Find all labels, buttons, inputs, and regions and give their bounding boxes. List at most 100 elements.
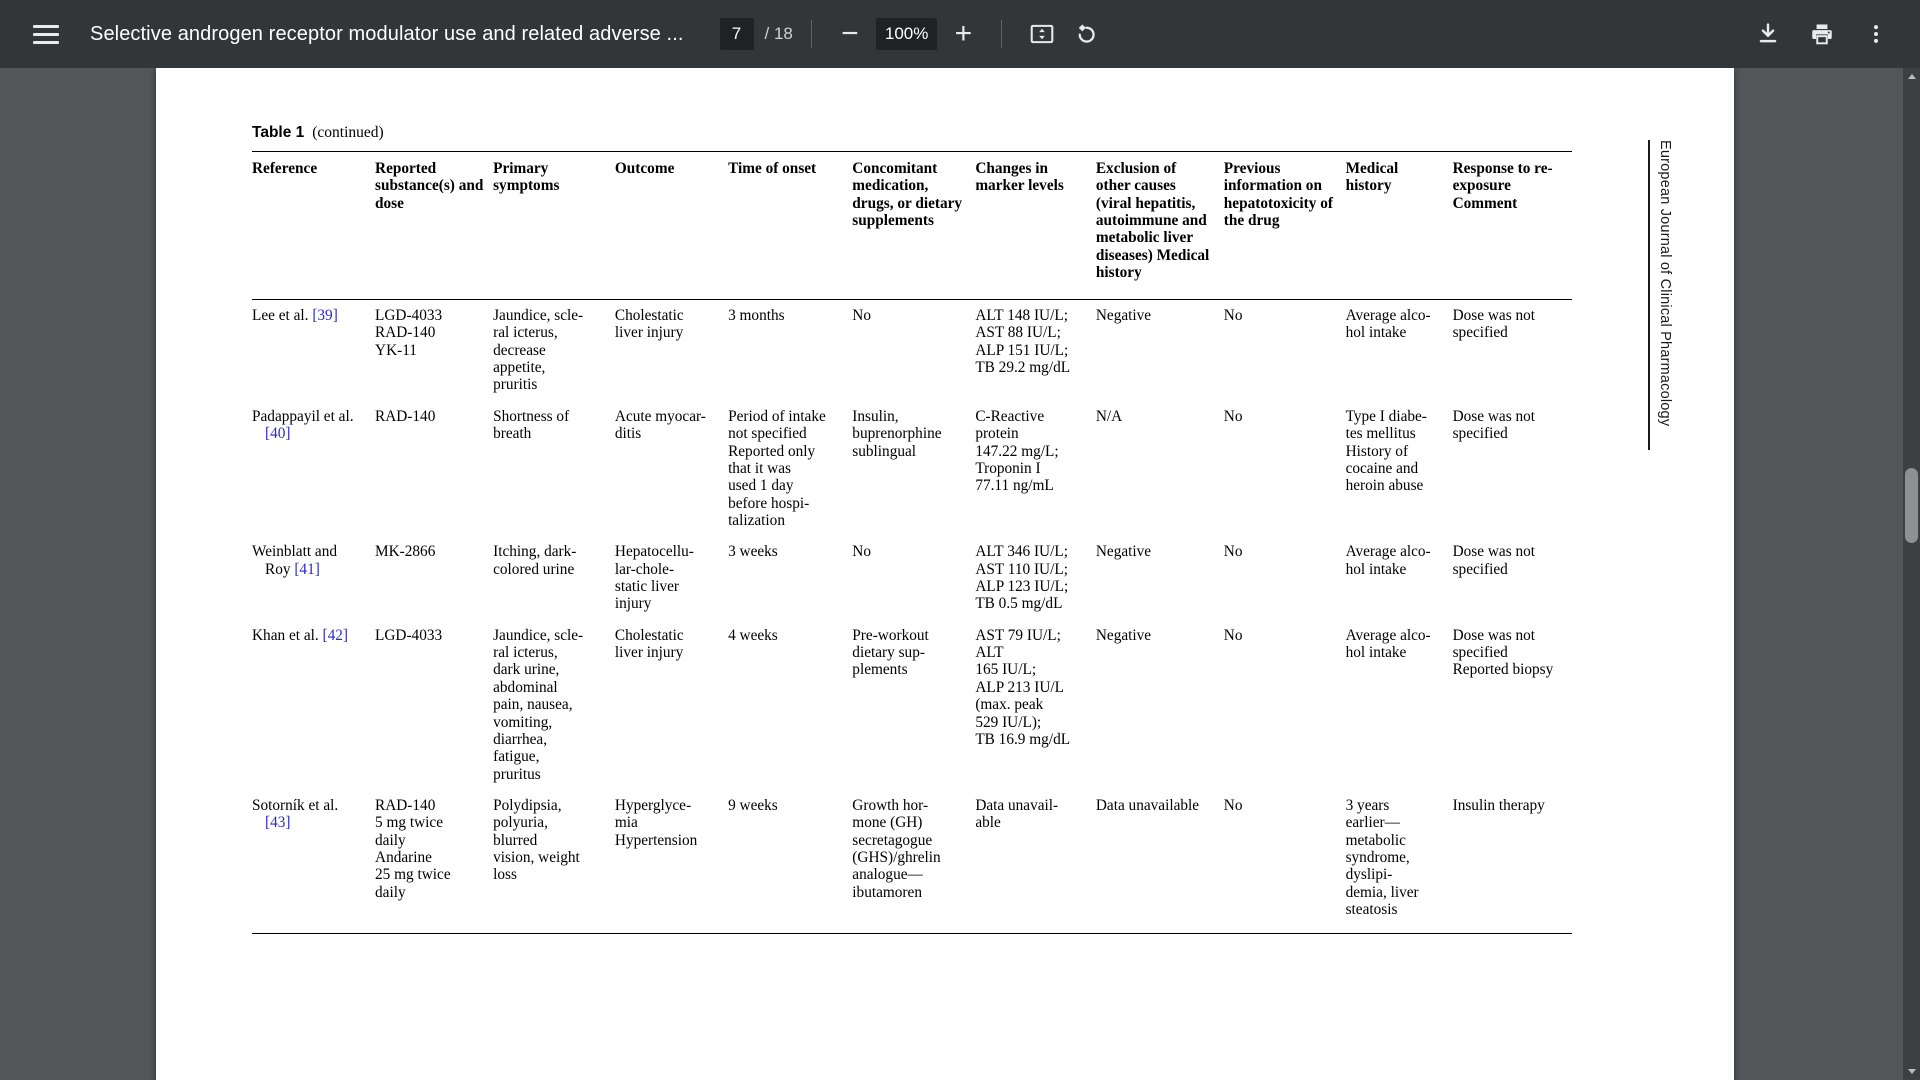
scrollbar-thumb[interactable]: [1905, 468, 1918, 543]
cell-response-reexposure: Insulin therapy: [1452, 789, 1572, 934]
cell-line: LGD-4033: [375, 626, 443, 644]
cell-exclusion-other-causes: Negative: [1096, 536, 1224, 619]
reference-citation-link[interactable]: [43]: [265, 814, 291, 831]
scroll-down-arrow-icon[interactable]: [1903, 1063, 1920, 1080]
cell-line: AST 88 IU/L;: [975, 324, 1061, 342]
column-header-outcome: Outcome: [614, 151, 729, 300]
cell-line: mone (GH): [852, 814, 923, 832]
cell-line: 165 IU/L;: [975, 661, 1037, 679]
column-header-concomitant-medication: Concomitant medication, drugs, or dietar…: [852, 151, 976, 300]
cell-previous-information: No: [1224, 620, 1346, 790]
cell-line: abdominal: [493, 678, 558, 696]
hamburger-menu-icon[interactable]: [24, 12, 68, 56]
cell-line: steatosis: [1345, 901, 1398, 919]
cell-line: Hyperglyce-: [614, 796, 692, 814]
cell-line: Type I diabe-: [1345, 407, 1427, 425]
cell-line: 529 IU/L);: [975, 713, 1042, 731]
cell-line: hol intake: [1345, 324, 1407, 342]
print-icon[interactable]: [1800, 12, 1844, 56]
more-vertical-icon[interactable]: [1854, 12, 1898, 56]
zoom-level-value[interactable]: 100%: [875, 18, 938, 50]
column-header-response-reexposure: Response to re-exposure Comment: [1452, 151, 1572, 300]
cell-marker-levels: Data unavail-able: [975, 789, 1096, 934]
cell-line: fatigue,: [493, 748, 540, 766]
cell-line: hol intake: [1345, 644, 1407, 662]
table-row: Khan et al. [42] LGD-4033 Jaundice, scle-r…: [252, 620, 1572, 790]
reference-citation-link[interactable]: [39]: [312, 307, 338, 324]
page-number-input[interactable]: 7: [719, 18, 754, 50]
cell-reported-substance: MK-2866: [375, 536, 493, 619]
fit-to-page-icon[interactable]: [1020, 12, 1064, 56]
table-row: Lee et al. [39] LGD-4033 RAD-140 YK-11 Jaund…: [252, 300, 1572, 401]
cell-line: Period of intake: [728, 407, 826, 425]
cell-line: Dose was not: [1452, 626, 1536, 644]
cell-line: sublingual: [852, 442, 917, 460]
cell-outcome: Cholestatic liver injury: [615, 300, 728, 401]
rotate-counterclockwise-icon[interactable]: [1064, 12, 1108, 56]
cell-line: dyslipi-: [1345, 866, 1393, 884]
cell-line: YK-11: [375, 341, 417, 359]
cell-line: pain, nausea,: [493, 696, 573, 714]
cell-line: liver injury: [614, 324, 684, 342]
cell-line: 25 mg twice: [375, 866, 451, 884]
reference-citation-link[interactable]: [40]: [265, 425, 291, 442]
table-header-row: Reference Reported substance(s) and dose…: [252, 151, 1572, 300]
table-row: Weinblatt and Roy [41] MK-2866 Itching, da…: [252, 536, 1572, 619]
cell-line: ALP 213 IU/L: [975, 678, 1064, 696]
cell-line: Shortness of: [493, 407, 570, 425]
cell-line: AST 79 IU/L;: [975, 626, 1061, 644]
cell-time-of-onset: 3 weeks: [728, 536, 852, 619]
cell-line: Data unavailable: [1095, 796, 1200, 814]
cell-line: specified: [1452, 644, 1508, 662]
column-header-reference: Reference: [252, 151, 376, 300]
download-icon[interactable]: [1746, 12, 1790, 56]
cell-line: TB 0.5 mg/dL: [975, 595, 1063, 613]
cell-line: Jaundice, scle-: [493, 307, 584, 324]
cell-line: RAD-140: [375, 796, 436, 814]
cell-line: protein: [975, 425, 1019, 443]
cell-reported-substance: LGD-4033 RAD-140 YK-11: [375, 300, 493, 401]
cell-line: N/A: [1095, 407, 1123, 425]
cell-line: Growth hor-: [852, 796, 929, 814]
pdf-viewer-area[interactable]: European Journal of Clinical Pharmacolog…: [0, 68, 1920, 1080]
cell-line: pruritis: [493, 376, 538, 394]
cell-exclusion-other-causes: N/A: [1096, 401, 1224, 537]
cell-line: secretagogue: [852, 831, 933, 849]
cell-line: appetite,: [493, 359, 546, 377]
cell-line: ALT: [975, 644, 1004, 662]
cell-line: No: [1223, 796, 1243, 814]
reference-author: Sotorník et al.: [252, 796, 339, 814]
cell-line: 5 mg twice: [375, 814, 443, 832]
cell-line: Dose was not: [1452, 407, 1536, 425]
cell-line: Average alco-: [1345, 626, 1431, 644]
cell-primary-symptoms: Jaundice, scle-ral icterus, decrease appet…: [493, 300, 615, 401]
reference-author: Khan et al.: [252, 626, 323, 644]
table-caption: Table 1 (continued): [252, 124, 1572, 142]
reference-citation-link[interactable]: [42]: [323, 627, 349, 644]
cell-line: 77.11 ng/mL: [975, 477, 1054, 495]
cell-line: Dose was not: [1452, 307, 1536, 324]
cell-line: diarrhea,: [493, 730, 548, 748]
zoom-in-button[interactable]: +: [943, 14, 983, 54]
cell-line: Jaundice, scle-: [493, 626, 584, 644]
cell-line: LGD-4033: [375, 307, 443, 324]
cell-line: Negative: [1095, 543, 1152, 561]
reference-citation-link[interactable]: [41]: [294, 561, 320, 578]
cell-line: pruritus: [493, 765, 541, 783]
cell-reference: Weinblatt and Roy [41]: [252, 536, 375, 619]
table-caption-label: Table 1: [252, 124, 305, 141]
cell-reference: Sotorník et al. [43]: [252, 789, 376, 934]
cell-line: ALT 346 IU/L;: [975, 543, 1068, 561]
scroll-up-arrow-icon[interactable]: [1903, 68, 1920, 85]
column-header-medical-history: Medical history: [1345, 151, 1453, 300]
cell-medical-history: 3 years earlier— metabolic syndrome, dyslipi…: [1345, 789, 1453, 934]
cell-line: mia: [614, 814, 638, 832]
vertical-scrollbar[interactable]: [1903, 68, 1920, 1080]
cell-line: Cholestatic: [614, 307, 684, 324]
cell-line: MK-2866: [375, 543, 436, 561]
cell-line: ibutamoren: [852, 883, 922, 901]
cell-line: vision, weight: [493, 849, 580, 867]
zoom-out-button[interactable]: −: [830, 14, 870, 54]
cell-medical-history: Average alco-hol intake: [1346, 536, 1453, 619]
cell-line: colored urine: [493, 560, 575, 578]
